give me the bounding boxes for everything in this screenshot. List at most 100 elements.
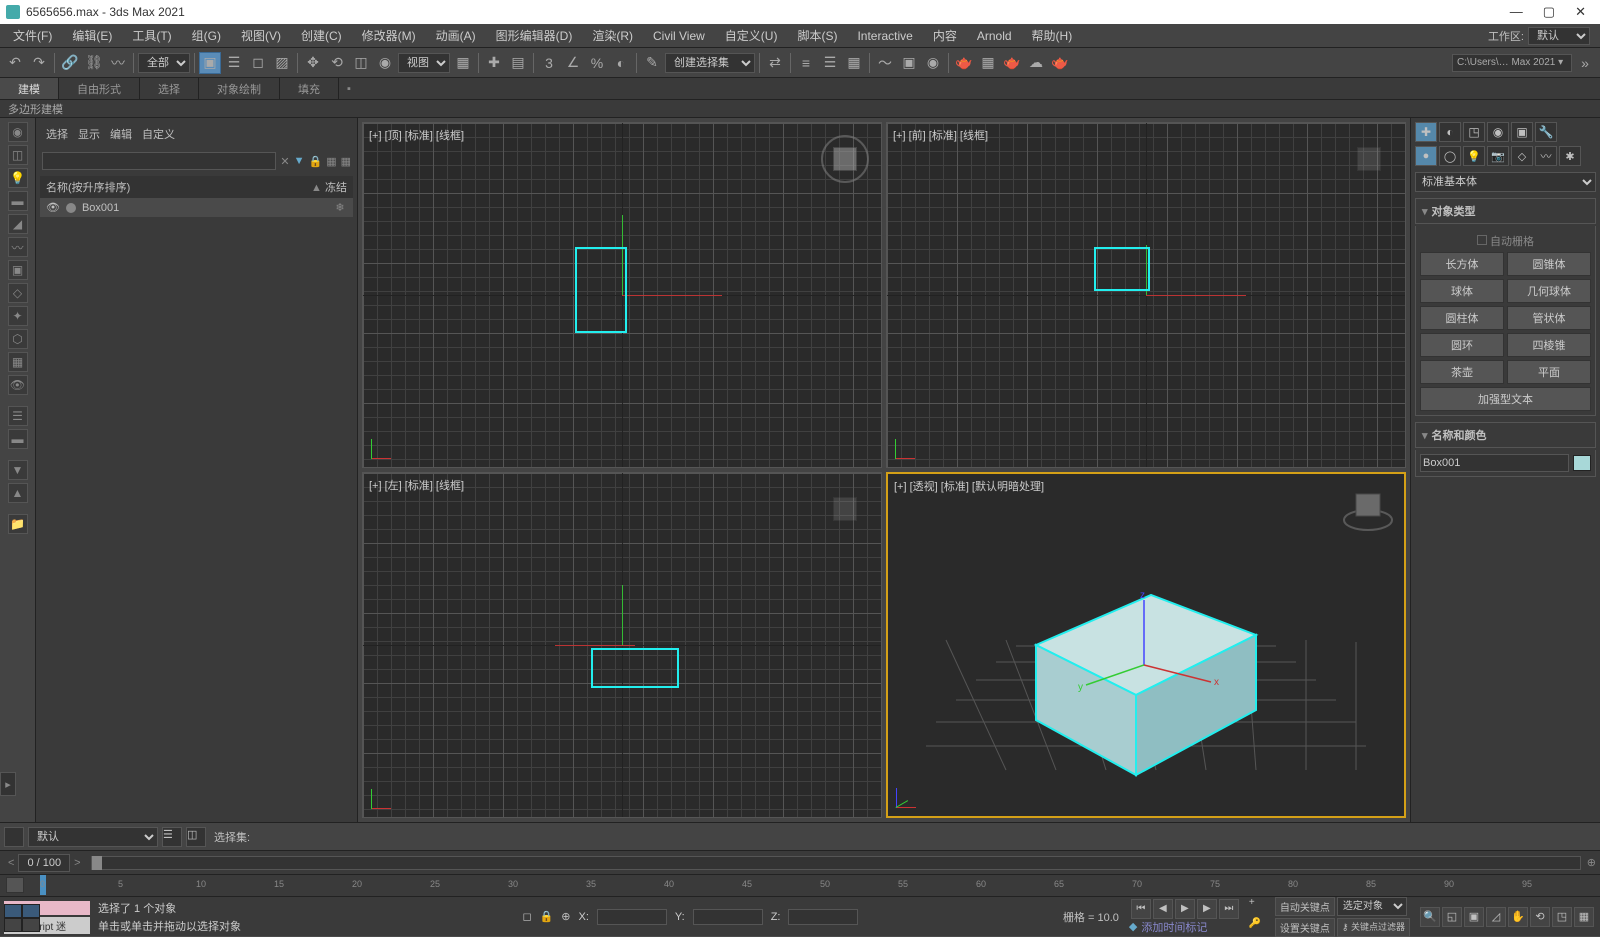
time-next[interactable]: > [70,857,84,869]
freeze-cell[interactable]: ❄ [333,201,347,214]
prim-plane[interactable]: 平面 [1507,360,1591,384]
prim-sphere[interactable]: 球体 [1420,279,1504,303]
menu-tools[interactable]: 工具(T) [123,25,180,46]
display-icon[interactable]: 👁 [8,375,28,395]
name-column-header[interactable]: 名称(按升序排序) [46,179,130,195]
menu-customize[interactable]: 自定义(U) [716,25,787,46]
maximize-button[interactable]: ▢ [1543,4,1555,20]
display-tab[interactable]: ▣ [1511,122,1533,142]
cameras-sub[interactable]: 📷 [1487,146,1509,166]
ribbon-tab-populate[interactable]: 填充 [280,78,339,99]
menu-modifiers[interactable]: 修改器(M) [353,25,425,46]
container-icon[interactable]: ▦ [8,352,28,372]
align-button[interactable]: ≡ [795,52,817,74]
redo-button[interactable]: ↷ [28,52,50,74]
rotate-button[interactable]: ⟲ [326,52,348,74]
freeze-column-header[interactable]: ▲ 冻结 [311,179,347,195]
curve-editor-button[interactable]: 〜 [874,52,896,74]
ribbon-tab-select[interactable]: 选择 [140,78,199,99]
light-icon[interactable]: 💡 [8,168,28,188]
goto-start[interactable]: ⏮ [1131,899,1151,919]
prim-textplus[interactable]: 加强型文本 [1420,387,1591,411]
modify-tab[interactable]: ◐ [1439,122,1461,142]
menu-interactive[interactable]: Interactive [848,27,921,45]
systems-sub[interactable]: ✱ [1559,146,1581,166]
lights-sub[interactable]: 💡 [1463,146,1485,166]
prim-cylinder[interactable]: 圆柱体 [1420,306,1504,330]
frame-display[interactable]: 0 / 100 [18,854,70,872]
ref-coord-select[interactable]: 视图 [398,53,450,73]
goto-end[interactable]: ⏭ [1219,899,1239,919]
scene-explorer-icon[interactable]: ◉ [8,122,28,142]
helpers-sub[interactable]: ◇ [1511,146,1533,166]
ribbon-tab-paint[interactable]: 对象绘制 [199,78,280,99]
layer-explorer-icon[interactable]: ◫ [8,145,28,165]
orbit-icon[interactable]: ⟲ [1530,907,1550,927]
scene-tab-custom[interactable]: 自定义 [142,126,175,142]
menu-group[interactable]: 组(G) [183,25,230,46]
material-button[interactable]: ◉ [922,52,944,74]
menu-graph[interactable]: 图形编辑器(D) [487,25,582,46]
lock-sel-icon[interactable]: ◻ [522,910,531,923]
rollout-objtype[interactable]: 对象类型 [1415,198,1596,224]
menu-help[interactable]: 帮助(H) [1023,25,1082,46]
edit-set-button[interactable]: ✎ [641,52,663,74]
render-frame-button[interactable]: ▦ [977,52,999,74]
scene-item-box001[interactable]: 👁 Box001 ❄ [40,198,353,217]
layer-button[interactable]: ☰ [819,52,841,74]
time-config-icon[interactable]: ⊕ [1587,856,1596,869]
viewport-perspective[interactable]: [+] [透视] [标准] [默认明暗处理] [886,472,1406,818]
shape-icon[interactable]: ◢ [8,214,28,234]
layer-icon[interactable] [4,827,24,847]
layers-button[interactable]: ☰ [162,827,182,847]
pivot-button[interactable]: ▦ [452,52,474,74]
viewport-layout-buttons[interactable] [4,904,40,932]
folder-icon[interactable]: 📁 [8,514,28,534]
key-icon[interactable] [6,877,24,893]
eye-icon[interactable]: 👁 [46,201,60,214]
autokey-toggle[interactable]: + [1249,897,1273,913]
abs-icon[interactable]: ⊕ [561,910,570,923]
viewcube-front[interactable] [1339,129,1399,189]
select-button[interactable]: ▣ [199,52,221,74]
link-button[interactable]: 🔗 [59,52,81,74]
spacewarps-sub[interactable]: 〰 [1535,146,1557,166]
poly-modeling-label[interactable]: 多边形建模 [8,101,63,117]
list-icon[interactable]: ☰ [8,406,28,426]
vp-top-label[interactable]: [+] [顶] [标准] [线框] [369,127,464,143]
time-slider[interactable] [91,856,1581,870]
color-swatch[interactable] [1573,455,1591,471]
sort-icon[interactable]: ▲ [8,483,28,503]
pan-icon[interactable]: ✋ [1508,907,1528,927]
keyfilter-button[interactable]: ⚷ 关键点过滤器 [1337,918,1410,937]
select-name-button[interactable]: ☰ [223,52,245,74]
render-setup-button[interactable]: 🫖 [953,52,975,74]
selection-filter[interactable]: 全部 [138,53,190,73]
bone-icon[interactable]: ⬡ [8,329,28,349]
bind-button[interactable]: 〰 [107,52,129,74]
setkey-button[interactable]: 设置关键点 [1275,918,1335,937]
menu-arnold[interactable]: Arnold [968,27,1021,45]
menu-create[interactable]: 创建(C) [292,25,351,46]
timetag-icon[interactable]: ◆ [1129,920,1137,933]
close-button[interactable]: ✕ [1575,4,1586,20]
unlink-button[interactable]: ⛓ [83,52,105,74]
play-button[interactable]: ▶ [1175,899,1195,919]
prev-frame[interactable]: ◀ [1153,899,1173,919]
prim-teapot[interactable]: 茶壶 [1420,360,1504,384]
prim-tube[interactable]: 管状体 [1507,306,1591,330]
helper-icon[interactable]: ◇ [8,283,28,303]
search-filter-icon[interactable]: ▼ [294,155,305,167]
rect-region-button[interactable]: ◻ [247,52,269,74]
camera-icon[interactable]: ▣ [8,260,28,280]
shapes-sub[interactable]: ◯ [1439,146,1461,166]
prim-torus[interactable]: 圆环 [1420,333,1504,357]
time-prev[interactable]: < [4,857,18,869]
menu-render[interactable]: 渲染(R) [583,25,642,46]
next-frame[interactable]: ▶ [1197,899,1217,919]
menu-animation[interactable]: 动画(A) [427,25,485,46]
prim-box[interactable]: 长方体 [1420,252,1504,276]
addtime-label[interactable]: 添加时间标记 [1141,919,1207,935]
maxview-icon[interactable]: ◳ [1552,907,1572,927]
rollout-namecolor[interactable]: 名称和颜色 [1415,422,1596,448]
